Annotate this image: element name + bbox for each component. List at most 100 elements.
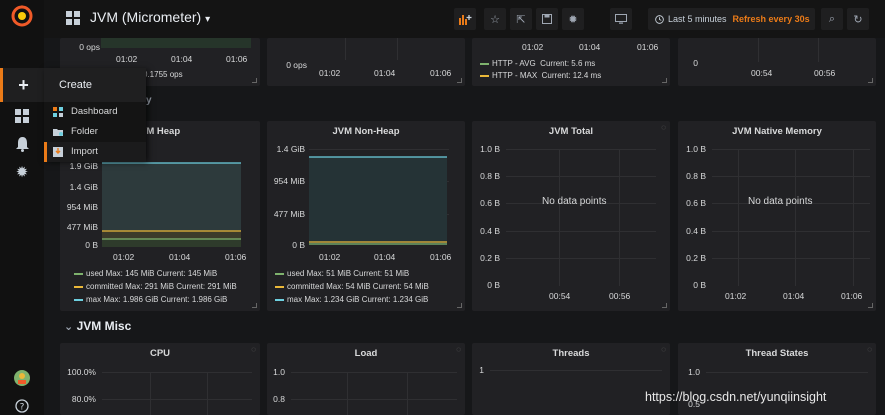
user-avatar[interactable] <box>0 366 44 390</box>
panel-resize-handle[interactable] <box>457 78 462 83</box>
panel-http-partial[interactable]: 0 ops 01:02 01:04 01:06 <box>267 38 465 86</box>
panel-resize-handle[interactable] <box>868 303 873 308</box>
x-tick: 01:02 <box>522 42 544 52</box>
create-import-item[interactable]: Import <box>44 142 146 162</box>
panel-title: CPU <box>149 348 171 359</box>
grafana-logo-icon[interactable] <box>10 4 34 28</box>
y-tick: 0 <box>693 58 698 68</box>
legend-used: used Max: 51 MiB Current: 51 MiB <box>275 269 409 278</box>
no-data-message: No data points <box>542 196 607 207</box>
x-tick: 00:54 <box>549 291 571 301</box>
dashboard-title-text: JVM (Micrometer) <box>90 9 202 25</box>
dashboard-icon <box>53 107 63 117</box>
share-button[interactable]: ⇱ <box>510 8 532 30</box>
grid-line <box>619 149 620 286</box>
y-tick: 954 MiB <box>66 202 98 212</box>
settings-button[interactable]: ✹ <box>562 8 584 30</box>
panel-thread-states[interactable]: Thread States ◌ 1.0 0.5 <box>678 343 876 415</box>
grid-line <box>291 399 457 400</box>
help-icon[interactable]: ? <box>0 394 44 415</box>
panel-partial-4[interactable]: 0 00:54 00:56 <box>678 38 876 86</box>
legend-swatch <box>275 298 284 301</box>
panel-resize-handle[interactable] <box>252 303 257 308</box>
panel-resize-handle[interactable] <box>662 78 667 83</box>
x-tick: 01:04 <box>374 252 396 262</box>
legend-text: committed Max: 291 MiB Current: 291 MiB <box>86 282 237 291</box>
legend-series-name: HTTP - AVG <box>492 59 536 68</box>
panel-info-icon[interactable]: ◌ <box>456 345 461 354</box>
create-dashboard-item[interactable]: Dashboard <box>44 102 146 122</box>
zoom-out-button[interactable]: ⌕ <box>821 8 843 30</box>
create-folder-item[interactable]: Folder <box>44 122 146 142</box>
panel-info-icon[interactable]: ◌ <box>867 345 872 354</box>
tv-mode-button[interactable] <box>610 8 632 30</box>
legend-swatch <box>480 62 489 65</box>
legend-text: max Max: 1.234 GiB Current: 1.234 GiB <box>287 295 429 304</box>
configuration-gear-icon[interactable]: ✹ <box>0 160 44 184</box>
panel-info-icon[interactable]: ◌ <box>661 345 666 354</box>
panel-cpu[interactable]: CPU ◌ 100.0% 80.0% <box>60 343 260 415</box>
panel-jvm-total[interactable]: JVM Total ◌ 1.0 B 0.8 B 0.6 B 0.4 B 0.2 … <box>472 121 670 311</box>
x-tick: 01:06 <box>430 68 452 78</box>
x-tick: 01:04 <box>374 68 396 78</box>
panel-threads[interactable]: Threads ◌ 1 <box>472 343 670 415</box>
x-tick: 01:02 <box>319 252 341 262</box>
grid-line <box>291 372 457 373</box>
legend-text: committed Max: 54 MiB Current: 54 MiB <box>287 282 429 291</box>
import-icon <box>53 147 63 157</box>
panel-title: Threads <box>552 348 590 359</box>
panel-title: Thread States <box>745 348 809 359</box>
create-plus-icon[interactable]: + <box>0 68 44 102</box>
add-panel-icon <box>458 14 471 25</box>
row-title: JVM Misc <box>76 319 132 333</box>
y-tick: 1.0 <box>688 367 700 377</box>
y-tick: 0.6 B <box>686 198 706 208</box>
legend-current: Current: 12.4 ms <box>541 71 602 80</box>
panel-resize-handle[interactable] <box>457 303 462 308</box>
legend-swatch <box>74 272 83 275</box>
save-icon <box>542 14 552 24</box>
add-panel-button[interactable] <box>454 8 476 30</box>
x-tick: 01:06 <box>226 54 248 64</box>
panel-load[interactable]: Load ◌ 1.0 0.8 <box>267 343 465 415</box>
y-tick: 1.0 <box>273 367 285 377</box>
save-button[interactable] <box>536 8 558 30</box>
refresh-button[interactable]: ↻ <box>847 8 869 30</box>
gear-icon: ✹ <box>568 13 578 26</box>
panel-resize-handle[interactable] <box>252 78 257 83</box>
grid-line <box>407 372 408 415</box>
panel-info-icon[interactable]: ◌ <box>251 345 256 354</box>
time-picker[interactable]: Last 5 minutes Refresh every 30s <box>648 8 815 30</box>
y-tick: 477 MiB <box>66 222 98 232</box>
grid-line <box>506 176 656 177</box>
panel-http-latency-partial[interactable]: 01:02 01:04 01:06 HTTP - AVG Current: 5.… <box>472 38 670 86</box>
create-menu-title: Create <box>44 68 146 102</box>
panel-jvm-nonheap[interactable]: JVM Non-Heap 1.4 GiB 954 MiB 477 MiB 0 B… <box>267 121 465 311</box>
grid-line <box>758 38 759 62</box>
y-tick: 477 MiB <box>273 209 305 219</box>
alerting-bell-icon[interactable] <box>0 132 44 156</box>
panel-resize-handle[interactable] <box>662 303 667 308</box>
svg-text:?: ? <box>20 403 25 413</box>
dashboard-title[interactable]: JVM (Micrometer) ▾ <box>90 9 210 25</box>
x-tick: 01:02 <box>116 54 138 64</box>
panel-jvm-native-memory[interactable]: JVM Native Memory 1.0 B 0.8 B 0.6 B 0.4 … <box>678 121 876 311</box>
grid-line <box>706 372 868 373</box>
legend-swatch <box>275 272 284 275</box>
dashboard-grid-icon <box>66 11 80 25</box>
grid-line <box>347 372 348 415</box>
x-tick: 01:04 <box>579 42 601 52</box>
star-button[interactable]: ☆ <box>484 8 506 30</box>
create-dashboard-label: Dashboard <box>71 106 118 117</box>
y-tick: 80.0% <box>71 394 96 404</box>
x-tick: 01:04 <box>171 54 193 64</box>
create-folder-label: Folder <box>71 126 98 137</box>
row-jvm-misc[interactable]: ⌄ JVM Misc <box>64 319 131 333</box>
panel-resize-handle[interactable] <box>868 78 873 83</box>
x-tick: 01:06 <box>637 42 659 52</box>
topbar: JVM (Micrometer) ▾ ☆ ⇱ ✹ Last 5 minutes … <box>44 0 885 38</box>
legend-max: max Max: 1.234 GiB Current: 1.234 GiB <box>275 295 428 304</box>
row-title-fragment: y <box>146 95 152 106</box>
panel-info-icon[interactable]: ◌ <box>661 123 666 132</box>
dashboards-icon[interactable] <box>0 104 44 128</box>
